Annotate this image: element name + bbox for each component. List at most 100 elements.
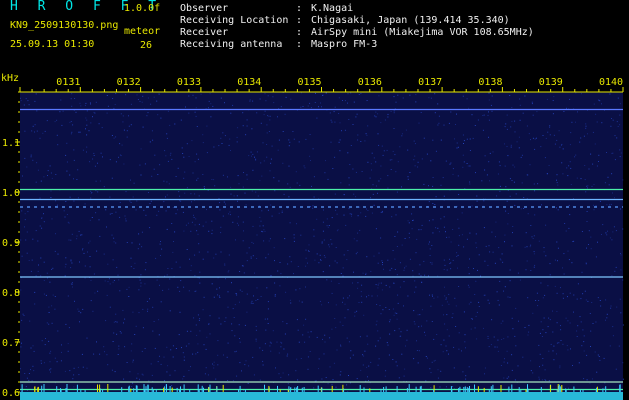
- noise-dot: [214, 185, 216, 187]
- noise-dot: [528, 324, 530, 326]
- y-tick-label: 1.0: [2, 188, 20, 199]
- noise-dot: [361, 284, 363, 286]
- noise-dot: [590, 346, 591, 347]
- noise-dot: [136, 200, 138, 202]
- noise-dot: [413, 321, 415, 323]
- noise-dot: [274, 282, 276, 284]
- noise-dot: [488, 136, 489, 138]
- noise-dot: [315, 92, 316, 94]
- noise-dot: [79, 321, 80, 323]
- location-label: Receiving Location: [180, 15, 289, 26]
- noise-dot: [237, 127, 239, 129]
- noise-dot: [557, 260, 558, 262]
- noise-dot: [46, 322, 48, 324]
- noise-dot: [504, 165, 506, 167]
- noise-dot: [213, 367, 215, 369]
- noise-dot: [356, 251, 358, 253]
- noise-dot: [256, 287, 258, 289]
- noise-dot: [208, 100, 210, 102]
- noise-dot: [126, 362, 128, 363]
- noise-dot: [99, 353, 101, 355]
- observer-label: Observer: [180, 3, 229, 14]
- baseline-spike: [468, 387, 470, 392]
- noise-dot: [475, 280, 477, 282]
- noise-dot: [316, 117, 318, 119]
- noise-dot: [432, 177, 434, 178]
- noise-dot: [179, 200, 181, 202]
- x-tick-label: 0136: [358, 77, 382, 88]
- noise-dot: [622, 362, 624, 364]
- noise-dot: [141, 246, 143, 248]
- noise-dot: [541, 204, 542, 206]
- noise-dot: [434, 359, 436, 361]
- noise-dot: [421, 309, 423, 311]
- noise-dot: [365, 215, 367, 217]
- noise-dot: [39, 225, 41, 227]
- noise-dot: [277, 116, 278, 118]
- noise-dot: [73, 159, 75, 161]
- noise-dot: [512, 226, 514, 227]
- noise-dot: [300, 234, 302, 236]
- noise-dot: [429, 241, 430, 243]
- noise-dot: [302, 334, 304, 336]
- noise-dot: [593, 103, 595, 105]
- noise-dot: [79, 261, 80, 263]
- noise-dot: [336, 349, 338, 351]
- noise-dot: [348, 119, 350, 120]
- noise-dot: [548, 317, 550, 319]
- noise-dot: [417, 166, 419, 168]
- noise-dot: [524, 327, 526, 328]
- noise-dot: [462, 166, 464, 168]
- noise-dot: [466, 163, 468, 164]
- noise-dot: [330, 141, 332, 143]
- noise-dot: [414, 143, 416, 145]
- noise-dot: [489, 180, 490, 182]
- noise-dot: [347, 152, 349, 154]
- noise-dot: [476, 195, 478, 197]
- noise-dot: [469, 181, 471, 183]
- noise-dot: [259, 347, 261, 349]
- noise-dot: [41, 217, 43, 219]
- noise-dot: [393, 128, 395, 129]
- baseline-spike: [277, 385, 278, 392]
- noise-dot: [380, 178, 382, 180]
- noise-dot: [332, 168, 334, 169]
- noise-dot: [522, 356, 524, 358]
- noise-dot: [366, 100, 368, 101]
- noise-dot: [384, 375, 386, 377]
- noise-dot: [232, 380, 234, 382]
- noise-dot: [380, 237, 382, 239]
- noise-dot: [243, 230, 244, 232]
- noise-dot: [131, 242, 133, 244]
- noise-dot: [561, 162, 563, 164]
- noise-dot: [478, 301, 480, 303]
- noise-dot: [125, 191, 127, 193]
- noise-dot: [492, 251, 494, 253]
- noise-dot: [379, 337, 381, 339]
- noise-dot: [289, 141, 291, 143]
- noise-dot: [329, 366, 331, 368]
- noise-dot: [428, 97, 430, 99]
- noise-dot: [262, 225, 264, 227]
- noise-dot: [532, 114, 534, 116]
- noise-dot: [41, 340, 43, 342]
- baseline-spike: [343, 388, 345, 392]
- noise-dot: [171, 268, 173, 270]
- noise-dot: [318, 368, 319, 370]
- noise-dot: [400, 331, 402, 333]
- noise-dot: [106, 294, 108, 296]
- noise-dot: [218, 295, 220, 297]
- noise-dot: [91, 217, 93, 218]
- noise-dot: [220, 97, 222, 99]
- noise-dot: [35, 93, 37, 95]
- noise-dot: [573, 311, 574, 313]
- noise-dot: [185, 345, 187, 347]
- noise-dot: [424, 331, 425, 333]
- noise-dot: [585, 191, 587, 193]
- noise-dot: [192, 94, 194, 96]
- noise-dot: [506, 114, 508, 116]
- noise-dot: [609, 93, 611, 95]
- noise-dot: [408, 222, 410, 224]
- noise-dot: [149, 203, 151, 205]
- noise-dot: [35, 181, 37, 183]
